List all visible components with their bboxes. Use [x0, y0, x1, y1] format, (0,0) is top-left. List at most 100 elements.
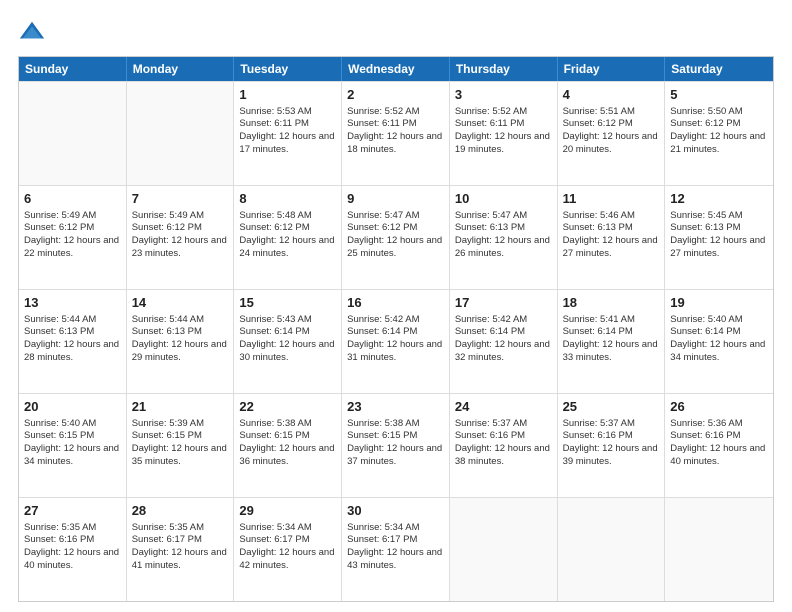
- sunrise-text: Sunrise: 5:37 AM: [563, 418, 635, 429]
- day-number: 27: [24, 502, 121, 520]
- calendar-empty-cell: [450, 498, 558, 601]
- sunset-text: Sunset: 6:16 PM: [670, 430, 740, 441]
- sunrise-text: Sunrise: 5:52 AM: [455, 106, 527, 117]
- daylight-text: Daylight: 12 hours and 27 minutes.: [670, 235, 765, 259]
- calendar-day-18: 18Sunrise: 5:41 AMSunset: 6:14 PMDayligh…: [558, 290, 666, 393]
- day-number: 18: [563, 294, 660, 312]
- calendar-day-22: 22Sunrise: 5:38 AMSunset: 6:15 PMDayligh…: [234, 394, 342, 497]
- sunset-text: Sunset: 6:14 PM: [347, 326, 417, 337]
- day-number: 21: [132, 398, 229, 416]
- calendar-day-28: 28Sunrise: 5:35 AMSunset: 6:17 PMDayligh…: [127, 498, 235, 601]
- calendar-day-24: 24 Sunrise: 5:37 AMSunset: 6:16 PM Dayligh…: [450, 394, 558, 497]
- day-number: 23: [347, 398, 444, 416]
- day-number: 15: [239, 294, 336, 312]
- sunset-text: Sunset: 6:15 PM: [239, 430, 309, 441]
- daylight-text: Daylight: 12 hours and 41 minutes.: [132, 547, 227, 571]
- sunset-text: Sunset: 6:16 PM: [455, 430, 525, 441]
- daylight-text: Daylight: 12 hours and 18 minutes.: [347, 131, 442, 155]
- calendar-day-6: 6 Sunrise: 5:49 AMSunset: 6:12 PM Daylight…: [19, 186, 127, 289]
- calendar-week-2: 6Sunrise: 5:49 AMSunset: 6:12 PMDaylight…: [19, 185, 773, 289]
- day-number: 19: [670, 294, 768, 312]
- page: SundayMondayTuesdayWednesdayThursdayFrid…: [0, 0, 792, 612]
- day-number: 6: [24, 190, 121, 208]
- calendar-day-8: 8Sunrise: 5:48 AMSunset: 6:12 PMDaylight…: [234, 186, 342, 289]
- calendar-day-19: 19Sunrise: 5:40 AMSunset: 6:14 PMDayligh…: [665, 290, 773, 393]
- sunset-text: Sunset: 6:14 PM: [563, 326, 633, 337]
- sunset-text: Sunset: 6:11 PM: [239, 118, 309, 129]
- calendar-day-3: 3Sunrise: 5:52 AMSunset: 6:11 PMDaylight…: [450, 82, 558, 185]
- calendar-day-9: 9Sunrise: 5:47 AMSunset: 6:12 PMDaylight…: [342, 186, 450, 289]
- sunset-text: Sunset: 6:17 PM: [239, 534, 309, 545]
- sunrise-text: Sunrise: 5:37 AM: [455, 418, 527, 429]
- day-number: 24: [455, 398, 552, 416]
- calendar-header-wednesday: Wednesday: [342, 57, 450, 81]
- daylight-text: Daylight: 12 hours and 27 minutes.: [563, 235, 658, 259]
- calendar-day-17: 17Sunrise: 5:42 AMSunset: 6:14 PMDayligh…: [450, 290, 558, 393]
- day-number: 20: [24, 398, 121, 416]
- calendar-header-saturday: Saturday: [665, 57, 773, 81]
- logo: [18, 18, 50, 46]
- sunrise-text: Sunrise: 5:49 AM: [132, 210, 204, 221]
- daylight-text: Daylight: 12 hours and 38 minutes.: [455, 443, 550, 467]
- sunset-text: Sunset: 6:17 PM: [132, 534, 202, 545]
- calendar-header-thursday: Thursday: [450, 57, 558, 81]
- sunset-text: Sunset: 6:14 PM: [670, 326, 740, 337]
- sunrise-text: Sunrise: 5:48 AM: [239, 210, 311, 221]
- day-number: 13: [24, 294, 121, 312]
- day-number: 17: [455, 294, 552, 312]
- sunset-text: Sunset: 6:14 PM: [239, 326, 309, 337]
- sunrise-text: Sunrise: 5:45 AM: [670, 210, 742, 221]
- sunrise-text: Sunrise: 5:52 AM: [347, 106, 419, 117]
- daylight-text: Daylight: 12 hours and 24 minutes.: [239, 235, 334, 259]
- calendar-day-7: 7Sunrise: 5:49 AMSunset: 6:12 PMDaylight…: [127, 186, 235, 289]
- calendar-day-2: 2Sunrise: 5:52 AMSunset: 6:11 PMDaylight…: [342, 82, 450, 185]
- daylight-text: Daylight: 12 hours and 17 minutes.: [239, 131, 334, 155]
- calendar-day-15: 15Sunrise: 5:43 AMSunset: 6:14 PMDayligh…: [234, 290, 342, 393]
- day-number: 9: [347, 190, 444, 208]
- sunset-text: Sunset: 6:11 PM: [455, 118, 525, 129]
- sunset-text: Sunset: 6:13 PM: [24, 326, 94, 337]
- calendar-header-monday: Monday: [127, 57, 235, 81]
- sunrise-text: Sunrise: 5:36 AM: [670, 418, 742, 429]
- daylight-text: Daylight: 12 hours and 21 minutes.: [670, 131, 765, 155]
- sunrise-text: Sunrise: 5:43 AM: [239, 314, 311, 325]
- calendar-day-29: 29Sunrise: 5:34 AMSunset: 6:17 PMDayligh…: [234, 498, 342, 601]
- calendar-week-1: 1Sunrise: 5:53 AMSunset: 6:11 PMDaylight…: [19, 81, 773, 185]
- sunrise-text: Sunrise: 5:50 AM: [670, 106, 742, 117]
- sunset-text: Sunset: 6:12 PM: [563, 118, 633, 129]
- day-number: 12: [670, 190, 768, 208]
- sunrise-text: Sunrise: 5:47 AM: [455, 210, 527, 221]
- day-number: 7: [132, 190, 229, 208]
- sunrise-text: Sunrise: 5:44 AM: [24, 314, 96, 325]
- daylight-text: Daylight: 12 hours and 26 minutes.: [455, 235, 550, 259]
- day-number: 14: [132, 294, 229, 312]
- calendar-empty-cell: [665, 498, 773, 601]
- calendar-header-sunday: Sunday: [19, 57, 127, 81]
- daylight-text: Daylight: 12 hours and 33 minutes.: [563, 339, 658, 363]
- sunrise-text: Sunrise: 5:39 AM: [132, 418, 204, 429]
- daylight-text: Daylight: 12 hours and 22 minutes.: [24, 235, 119, 259]
- sunrise-text: Sunrise: 5:49 AM: [24, 210, 96, 221]
- calendar-day-25: 25Sunrise: 5:37 AMSunset: 6:16 PMDayligh…: [558, 394, 666, 497]
- calendar-day-11: 11Sunrise: 5:46 AMSunset: 6:13 PMDayligh…: [558, 186, 666, 289]
- sunset-text: Sunset: 6:12 PM: [132, 222, 202, 233]
- day-number: 30: [347, 502, 444, 520]
- calendar-header-row: SundayMondayTuesdayWednesdayThursdayFrid…: [19, 57, 773, 81]
- calendar: SundayMondayTuesdayWednesdayThursdayFrid…: [18, 56, 774, 602]
- day-number: 11: [563, 190, 660, 208]
- day-number: 4: [563, 86, 660, 104]
- day-number: 5: [670, 86, 768, 104]
- calendar-day-4: 4Sunrise: 5:51 AMSunset: 6:12 PMDaylight…: [558, 82, 666, 185]
- daylight-text: Daylight: 12 hours and 32 minutes.: [455, 339, 550, 363]
- daylight-text: Daylight: 12 hours and 37 minutes.: [347, 443, 442, 467]
- day-number: 28: [132, 502, 229, 520]
- daylight-text: Daylight: 12 hours and 31 minutes.: [347, 339, 442, 363]
- calendar-header-tuesday: Tuesday: [234, 57, 342, 81]
- sunset-text: Sunset: 6:15 PM: [347, 430, 417, 441]
- calendar-day-5: 5Sunrise: 5:50 AMSunset: 6:12 PMDaylight…: [665, 82, 773, 185]
- daylight-text: Daylight: 12 hours and 20 minutes.: [563, 131, 658, 155]
- sunset-text: Sunset: 6:14 PM: [455, 326, 525, 337]
- daylight-text: Daylight: 12 hours and 36 minutes.: [239, 443, 334, 467]
- sunset-text: Sunset: 6:12 PM: [24, 222, 94, 233]
- day-number: 29: [239, 502, 336, 520]
